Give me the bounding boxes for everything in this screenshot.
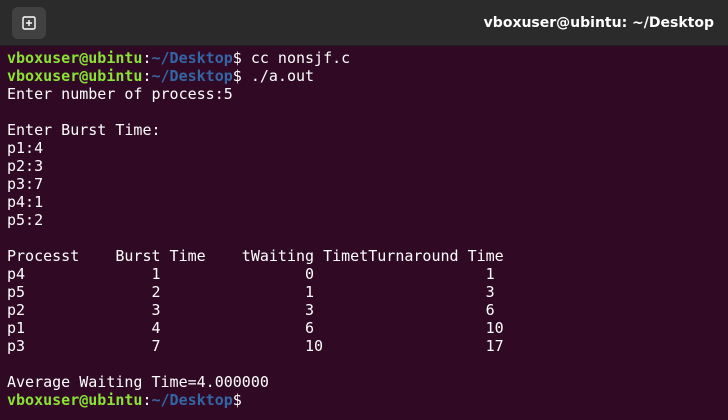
prompt-path: ~/Desktop xyxy=(151,67,233,85)
title-bar: vboxuser@ubintu: ~/Desktop xyxy=(0,0,728,46)
output-line-burst-p5: p5:2 xyxy=(7,211,44,229)
output-line-blank xyxy=(7,103,721,121)
prompt-line-current: vboxuser@ubintu:~/Desktop$ xyxy=(7,391,721,409)
output-line-burst-prompt: Enter Burst Time: xyxy=(7,121,161,139)
command-text: cc nonsjf.c xyxy=(241,49,351,67)
output-line-burst-p3: p3:7 xyxy=(7,175,44,193)
prompt-line: vboxuser@ubintu:~/Desktop$ ./a.out xyxy=(7,67,721,85)
new-tab-button[interactable] xyxy=(12,7,46,39)
window-title: vboxuser@ubintu: ~/Desktop xyxy=(483,15,714,31)
prompt-symbol: $ xyxy=(232,67,242,85)
new-tab-icon xyxy=(22,16,36,30)
terminal-window: vboxuser@ubintu: ~/Desktop vboxuser@ubin… xyxy=(0,0,728,420)
prompt-separator: : xyxy=(142,391,152,409)
command-text: ./a.out xyxy=(241,67,315,85)
prompt-user: vboxuser@ubintu xyxy=(7,49,143,67)
table-row: p1 4 6 10 xyxy=(7,319,504,337)
output-line-burst-p4: p4:1 xyxy=(7,193,44,211)
table-row: p4 1 0 1 xyxy=(7,265,495,283)
output-line-burst-p1: p1:4 xyxy=(7,139,44,157)
terminal-output[interactable]: vboxuser@ubintu:~/Desktop$ cc nonsjf.c v… xyxy=(7,49,721,409)
output-line-blank xyxy=(7,229,721,247)
table-header: Processt Burst Time tWaiting TimetTurnar… xyxy=(7,247,504,265)
prompt-user: vboxuser@ubintu xyxy=(7,67,143,85)
prompt-separator: : xyxy=(142,67,152,85)
prompt-line: vboxuser@ubintu:~/Desktop$ cc nonsjf.c xyxy=(7,49,721,67)
table-row: p3 7 10 17 xyxy=(7,337,504,355)
table-row: p5 2 1 3 xyxy=(7,283,495,301)
output-line-process-count: Enter number of process:5 xyxy=(7,85,233,103)
table-row: p2 3 3 6 xyxy=(7,301,495,319)
text-cursor xyxy=(242,392,251,408)
prompt-user: vboxuser@ubintu xyxy=(7,391,143,409)
prompt-path: ~/Desktop xyxy=(151,391,233,409)
output-line-burst-p2: p2:3 xyxy=(7,157,44,175)
prompt-path: ~/Desktop xyxy=(151,49,233,67)
output-line-blank xyxy=(7,355,721,373)
prompt-symbol: $ xyxy=(232,391,242,409)
prompt-separator: : xyxy=(142,49,152,67)
average-waiting-time: Average Waiting Time=4.000000 xyxy=(7,373,269,391)
prompt-symbol: $ xyxy=(232,49,242,67)
